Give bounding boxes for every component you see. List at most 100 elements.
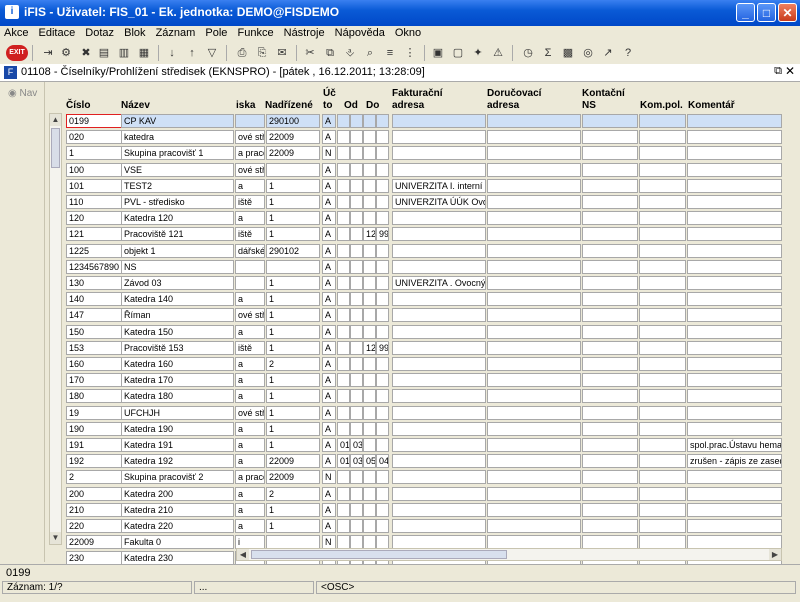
cell-od[interactable] [337,146,350,161]
cell-od2[interactable] [350,357,363,371]
cell-fakturacni-adresa[interactable] [392,227,486,242]
cell-ucto[interactable]: A [322,211,336,226]
cell-do2[interactable] [376,114,389,128]
cell-kontacni-ns[interactable] [582,470,638,485]
cell-fakturacni-adresa[interactable]: UNIVERZITA . Ovocný tr [392,276,486,290]
cell-fakturacni-adresa[interactable] [392,486,486,501]
cell-fakturacni-adresa[interactable] [392,373,486,388]
cell-ucto[interactable]: A [322,421,336,436]
cell-komentar[interactable]: zrušen - zápis ze zased [687,454,782,469]
cell-cislo[interactable]: 1 [66,146,122,161]
cell-komentar[interactable]: spol.prac.Ústavu hemato [687,438,782,452]
cell-ucto[interactable]: N [322,470,336,485]
cell-od2[interactable] [350,405,363,420]
cell-dorucovaci-adresa[interactable] [487,114,581,128]
cell-do2[interactable] [376,146,389,161]
cell-kontacni-ns[interactable] [582,373,638,388]
cell-nadrizene[interactable]: 22009 [266,470,320,485]
table-row[interactable]: 1225 objekt 1 dářské 290102 A [0,243,800,259]
cell-cislo[interactable]: 150 [66,324,122,339]
cell-dorucovaci-adresa[interactable] [487,373,581,388]
cell-nazev[interactable]: Říman [121,308,234,323]
calculator-icon[interactable]: ▣ [430,45,446,61]
cell-od[interactable]: 01 [337,454,350,469]
cell-od2[interactable] [350,373,363,388]
cell-kom-pol[interactable] [639,211,686,226]
cell-iska[interactable]: ové stř [235,405,265,420]
cell-dorucovaci-adresa[interactable] [487,308,581,323]
cell-dorucovaci-adresa[interactable] [487,389,581,404]
cell-do[interactable] [363,486,376,501]
cell-fakturacni-adresa[interactable] [392,340,486,355]
table-row[interactable]: 180 Katedra 180 a 1 A [0,388,800,404]
cell-fakturacni-adresa[interactable] [392,502,486,517]
cell-dorucovaci-adresa[interactable] [487,146,581,161]
menu-pole[interactable]: Pole [201,26,230,39]
cell-od2[interactable] [350,114,363,128]
cell-cislo[interactable]: 210 [66,502,122,517]
cell-kom-pol[interactable] [639,421,686,436]
cell-od2[interactable] [350,276,363,290]
cell-dorucovaci-adresa[interactable] [487,438,581,452]
scroll-left-icon[interactable]: ◀ [237,549,249,560]
cell-nadrizene[interactable]: 1 [266,178,320,193]
cut-icon[interactable]: ✂ [302,45,318,61]
cell-kom-pol[interactable] [639,454,686,469]
cell-ucto[interactable]: A [322,389,336,404]
cell-dorucovaci-adresa[interactable] [487,259,581,274]
cell-dorucovaci-adresa[interactable] [487,211,581,226]
cell-od[interactable] [337,373,350,388]
scroll-right-icon[interactable]: ▶ [769,549,781,560]
cell-kontacni-ns[interactable] [582,227,638,242]
cell-do2[interactable] [376,324,389,339]
cell-ucto[interactable]: A [322,454,336,469]
cell-ucto[interactable]: A [322,357,336,371]
cell-od2[interactable] [350,195,363,209]
table-row[interactable]: 100 VSE ové stř A [0,162,800,178]
cell-nadrizene[interactable]: 290102 [266,243,320,258]
menu-akce[interactable]: Akce [0,26,31,39]
cell-dorucovaci-adresa[interactable] [487,162,581,177]
cell-do2[interactable] [376,519,389,533]
cell-iska[interactable] [235,259,265,274]
cell-nadrizene[interactable]: 2 [266,486,320,501]
cell-komentar[interactable] [687,276,782,290]
cell-dorucovaci-adresa[interactable] [487,486,581,501]
cell-iska[interactable]: a pracc [235,470,265,485]
cell-kontacni-ns[interactable] [582,162,638,177]
cell-cislo[interactable]: 200 [66,486,122,501]
cell-od[interactable] [337,519,350,533]
cell-dorucovaci-adresa[interactable] [487,130,581,145]
cell-iska[interactable]: ové stř [235,162,265,177]
cell-od[interactable] [337,405,350,420]
cell-cislo[interactable]: 170 [66,373,122,388]
cell-od[interactable] [337,421,350,436]
table-row[interactable]: 101TEST2a1A UNIVERZITA I. interní klir [0,178,800,194]
cell-kom-pol[interactable] [639,130,686,145]
menu-editace[interactable]: Editace [35,26,79,39]
cell-kom-pol[interactable] [639,357,686,371]
cell-komentar[interactable] [687,227,782,242]
table-row[interactable]: 210 Katedra 210 a 1 A [0,502,800,518]
cell-cislo[interactable]: 121 [66,227,122,242]
cell-nazev[interactable]: objekt 1 [121,243,234,258]
cell-do2[interactable] [376,389,389,404]
cell-komentar[interactable] [687,405,782,420]
cell-nadrizene[interactable]: 290100 [266,114,320,128]
cell-fakturacni-adresa[interactable] [392,389,486,404]
cancel-query-icon[interactable]: ✖ [78,45,94,61]
cell-cislo[interactable]: 192 [66,454,122,469]
cell-ucto[interactable]: A [322,373,336,388]
cell-nazev[interactable]: Katedra 150 [121,324,234,339]
cell-nadrizene[interactable]: 1 [266,438,320,452]
cell-nadrizene[interactable]: 1 [266,519,320,533]
cell-cislo[interactable]: 1234567890 [66,259,122,274]
cell-kontacni-ns[interactable] [582,340,638,355]
cell-kom-pol[interactable] [639,340,686,355]
cell-do[interactable] [363,308,376,323]
cell-od[interactable] [337,276,350,290]
cell-komentar[interactable] [687,486,782,501]
cell-od2[interactable] [350,519,363,533]
cell-cislo[interactable]: 1225 [66,243,122,258]
cell-cislo[interactable]: 0199 [66,114,122,128]
